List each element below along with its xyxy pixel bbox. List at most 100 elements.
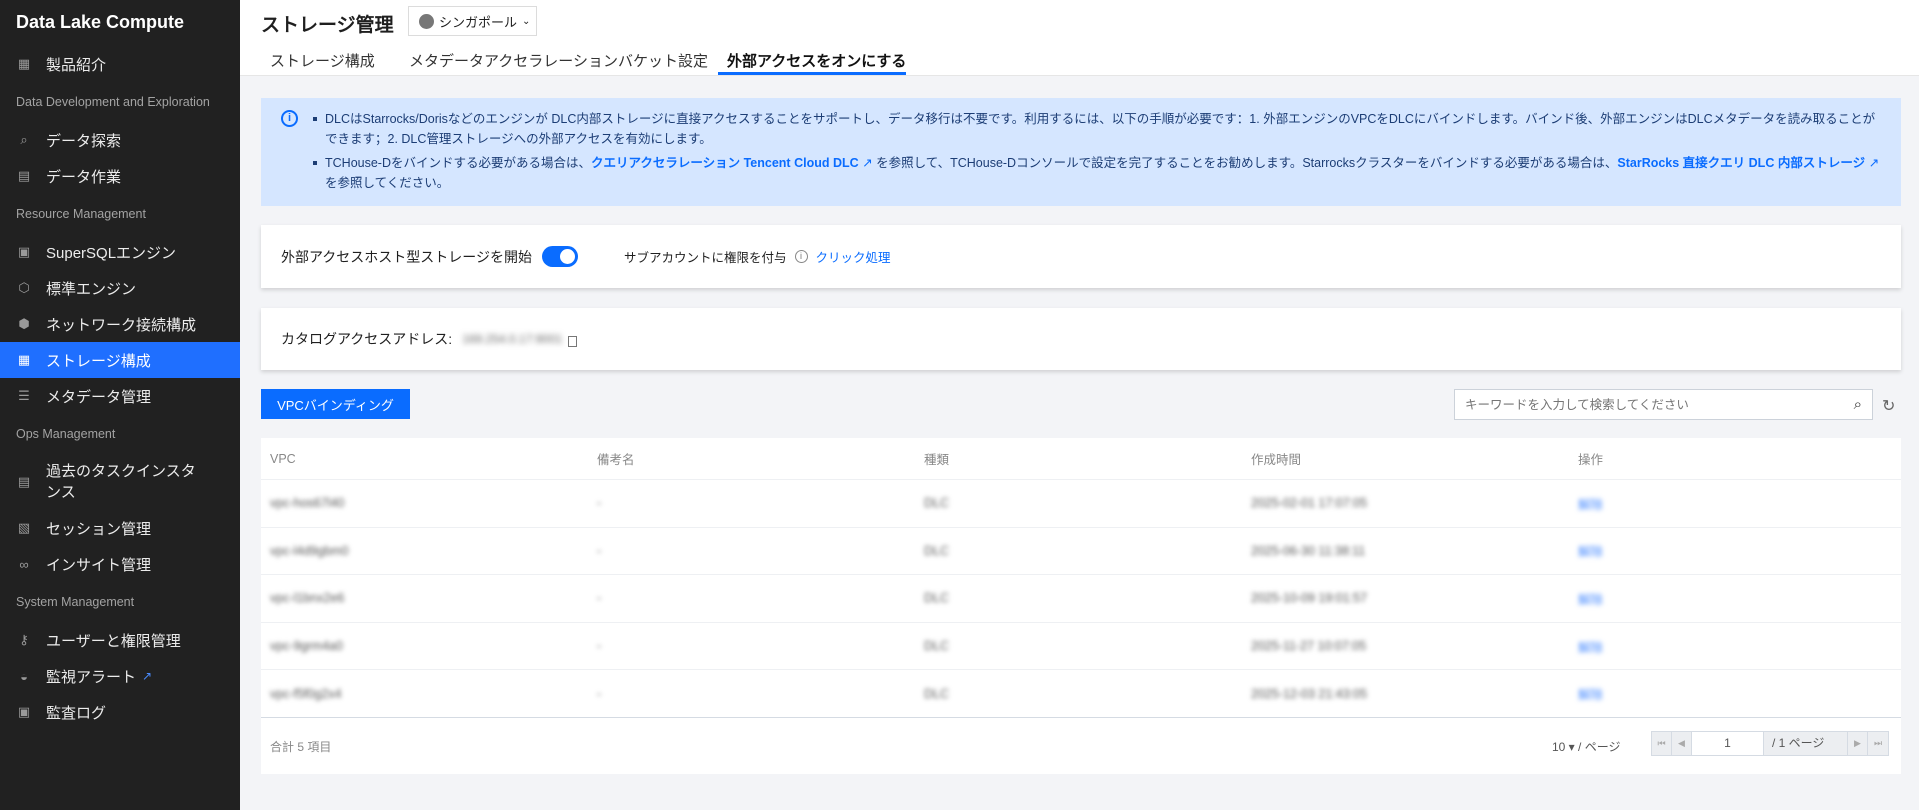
sidebar-item-supersql[interactable]: ▣ SuperSQLエンジン bbox=[0, 234, 240, 270]
sliders-icon: ☰ bbox=[18, 388, 30, 403]
alert-line-1: DLCはStarrocks/Dorisなどのエンジンが DLC内部ストレージに直… bbox=[313, 109, 1881, 149]
info-alert: i DLCはStarrocks/Dorisなどのエンジンが DLC内部ストレージ… bbox=[261, 98, 1901, 206]
page-header: ストレージ管理 シンガポール ⌄ ストレージ構成 メタデータアクセラレーションバケ… bbox=[240, 0, 1919, 76]
type: DLC bbox=[924, 686, 950, 701]
vpc-id: vpc-l4d9gbm0 bbox=[270, 543, 349, 558]
sidebar-item-storage[interactable]: ▦ ストレージ構成 bbox=[0, 342, 240, 378]
sidebar-item-label: 標準エンジン bbox=[46, 280, 137, 298]
catalog-address-card: カタログアクセスアドレス: 169.254.0.17:9001 bbox=[261, 308, 1901, 370]
total-pages: / 1 ページ bbox=[1764, 732, 1848, 755]
search-input[interactable] bbox=[1465, 397, 1825, 412]
sidebar-item-label: ネットワーク接続構成 bbox=[46, 316, 197, 334]
click-process-link[interactable]: クリック処理 bbox=[816, 247, 891, 266]
chevron-down-icon: ⌄ bbox=[522, 15, 531, 27]
external-access-card: 外部アクセスホスト型ストレージを開始 サブアカウントに権限を付与 i クリック処… bbox=[261, 225, 1901, 288]
vpc-id: vpc-l1bnx2e6 bbox=[270, 591, 345, 606]
next-page-icon[interactable]: ▶ bbox=[1848, 732, 1868, 755]
sidebar-item-product-intro[interactable]: ▦ 製品紹介 bbox=[0, 46, 240, 82]
search-icon: ⌕ bbox=[20, 132, 28, 147]
type: DLC bbox=[924, 639, 950, 654]
action-link[interactable]: 解除 bbox=[1569, 684, 1896, 703]
alert-text: を参照してください。 bbox=[325, 176, 450, 190]
sidebar-item-label: メタデータ管理 bbox=[46, 388, 152, 406]
link-starrocks-direct-query[interactable]: StarRocks 直接クエリ DLC 内部ストレージ bbox=[1617, 156, 1865, 170]
sidebar-item-task-instances[interactable]: ▤ 過去のタスクインスタンス bbox=[0, 454, 240, 510]
table-header: VPC 備考名 種類 作成時間 操作 bbox=[261, 438, 1901, 479]
sidebar-item-sessions[interactable]: ▧ セッション管理 bbox=[0, 510, 240, 546]
external-access-label: 外部アクセスホスト型ストレージを開始 bbox=[281, 248, 533, 265]
vpc-binding-button[interactable]: VPCバインディング bbox=[261, 389, 410, 419]
action-link[interactable]: 解除 bbox=[1569, 541, 1896, 560]
sidebar-item-data-explore[interactable]: ⌕ データ探索 bbox=[0, 122, 240, 158]
sidebar-item-network[interactable]: ⬢ ネットワーク接続構成 bbox=[0, 306, 240, 342]
tab-external-access[interactable]: 外部アクセスをオンにする bbox=[727, 50, 906, 71]
table-row: vpc-9grm4a0 - DLC 2025-11-27 10:07:05 解除 bbox=[261, 621, 1901, 670]
copy-icon[interactable] bbox=[568, 335, 578, 347]
network-icon: ⬢ bbox=[18, 316, 30, 331]
action-link[interactable]: 解除 bbox=[1569, 589, 1896, 608]
sidebar-section-header: Resource Management bbox=[16, 207, 146, 221]
sidebar-item-users[interactable]: ⚷ ユーザーと権限管理 bbox=[0, 622, 240, 658]
region-selector[interactable]: シンガポール ⌄ bbox=[408, 6, 537, 36]
sidebar-item-label: 監視アラート bbox=[46, 668, 137, 686]
created-time: 2025-10-09 19:01:57 bbox=[1251, 591, 1368, 606]
catalog-address-value: 169.254.0.17:9001 bbox=[462, 332, 563, 346]
action-link[interactable]: 解除 bbox=[1569, 494, 1896, 513]
column-header: 作成時間 bbox=[1251, 453, 1302, 467]
prev-page-icon[interactable]: ◀ bbox=[1672, 732, 1692, 755]
sidebar-item-metadata[interactable]: ☰ メタデータ管理 bbox=[0, 378, 240, 414]
sidebar-item-label: 製品紹介 bbox=[46, 56, 107, 74]
last-page-icon[interactable]: ⏭ bbox=[1868, 732, 1888, 755]
created-time: 2025-06-30 11:38:11 bbox=[1251, 543, 1366, 558]
session-icon: ▧ bbox=[17, 520, 31, 535]
alert-line-2: TCHouse-Dをバインドする必要がある場合は、クエリアクセラレーション Te… bbox=[313, 153, 1881, 193]
tab-storage-config[interactable]: ストレージ構成 bbox=[270, 50, 375, 71]
page-title: ストレージ管理 bbox=[261, 15, 394, 36]
refresh-icon[interactable]: ↻ bbox=[1882, 396, 1895, 416]
column-header: VPC bbox=[270, 451, 296, 466]
sidebar-item-audit-log[interactable]: ▣ 監査ログ bbox=[0, 694, 240, 730]
created-time: 2025-12-03 21:43:05 bbox=[1251, 686, 1368, 701]
document-icon: ▤ bbox=[17, 474, 31, 489]
table-footer: 合計 5 項目 10 ▾ / ページ ⏮ ◀ 1 / 1 ページ ▶ ⏭ bbox=[261, 717, 1901, 774]
page-input[interactable]: 1 bbox=[1692, 732, 1764, 755]
vpc-id: vpc-9grm4a0 bbox=[270, 639, 343, 654]
external-access-toggle[interactable] bbox=[542, 246, 579, 267]
sidebar-item-insights[interactable]: ∞ インサイト管理 bbox=[0, 546, 240, 582]
table-row: vpc-l1bnx2e6 - DLC 2025-10-09 19:01:57 解除 bbox=[261, 574, 1901, 622]
gauge-icon: ◒ bbox=[20, 668, 28, 684]
column-header: 備考名 bbox=[597, 453, 635, 467]
type: DLC bbox=[924, 543, 950, 558]
search-icon[interactable]: ⌕ bbox=[1854, 396, 1862, 413]
first-page-icon[interactable]: ⏮ bbox=[1652, 732, 1672, 755]
cube-icon: ⬡ bbox=[18, 280, 30, 295]
sidebar-item-label: 監査ログ bbox=[46, 704, 107, 722]
sidebar-item-data-jobs[interactable]: ▤ データ作業 bbox=[0, 158, 240, 194]
action-link[interactable]: 解除 bbox=[1569, 637, 1896, 656]
page-size-selector[interactable]: 10 ▾ / ページ bbox=[1552, 738, 1620, 755]
sidebar-item-standard-engine[interactable]: ⬡ 標準エンジン bbox=[0, 270, 240, 306]
key-icon: ⚷ bbox=[19, 632, 29, 647]
vpc-table: VPC 備考名 種類 作成時間 操作 vpc-hos67l40 - DLC 2025-… bbox=[261, 438, 1901, 774]
remark: - bbox=[597, 496, 602, 511]
remark: - bbox=[597, 543, 602, 558]
sidebar-item-label: ユーザーと権限管理 bbox=[46, 632, 181, 650]
sidebar-section-header: Ops Management bbox=[16, 427, 116, 441]
sidebar-item-label: SuperSQLエンジン bbox=[46, 244, 177, 262]
sub-account-label: サブアカウントに権限を付与 bbox=[624, 251, 787, 265]
sql-icon: ▣ bbox=[17, 244, 31, 259]
storage-icon: ▦ bbox=[17, 352, 31, 367]
sidebar-item-alerts[interactable]: ◒ 監視アラート ↗ bbox=[0, 658, 240, 694]
info-icon[interactable]: i bbox=[794, 250, 808, 263]
table-row: vpc-f5f0g2x4 - DLC 2025-12-03 21:43:05 解除 bbox=[261, 669, 1901, 717]
sidebar: Data Lake Compute ▦ 製品紹介 Data Development… bbox=[0, 0, 240, 810]
globe-icon bbox=[419, 13, 434, 29]
tab-metadata-acceleration[interactable]: メタデータアクセラレーションバケット設定 bbox=[409, 50, 708, 71]
document-icon: ▤ bbox=[17, 168, 31, 183]
sidebar-item-label: データ探索 bbox=[46, 132, 122, 150]
column-header: 操作 bbox=[1578, 453, 1604, 467]
link-icon: ∞ bbox=[19, 556, 29, 572]
link-query-acceleration[interactable]: クエリアクセラレーション Tencent Cloud DLC bbox=[591, 156, 859, 170]
table-row: vpc-l4d9gbm0 - DLC 2025-06-30 11:38:11 解除 bbox=[261, 526, 1901, 575]
sidebar-section-header: System Management bbox=[16, 595, 135, 609]
